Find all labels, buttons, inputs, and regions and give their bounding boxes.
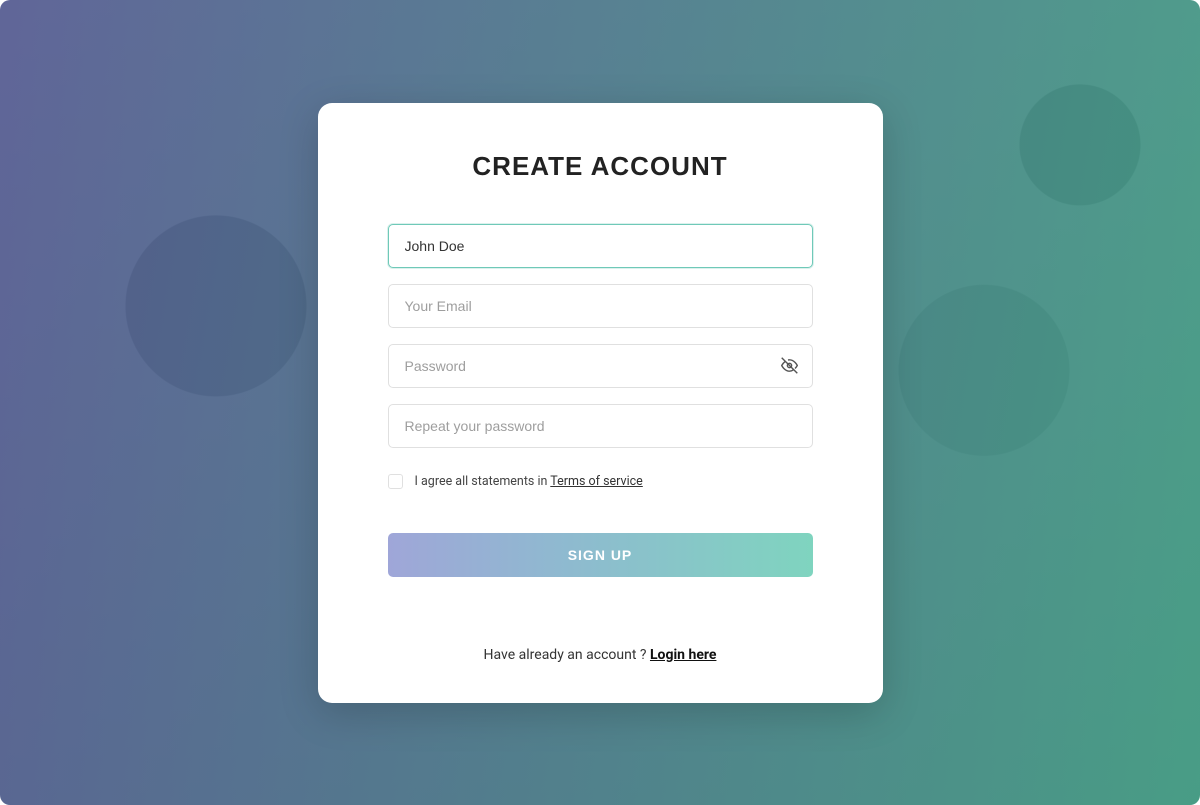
email-field-wrapper bbox=[388, 284, 813, 328]
terms-checkbox[interactable] bbox=[388, 474, 403, 489]
password-field-wrapper bbox=[388, 344, 813, 388]
page-title: CREATE ACCOUNT bbox=[388, 151, 813, 182]
eye-off-icon[interactable] bbox=[781, 357, 799, 375]
login-prefix: Have already an account ? bbox=[484, 647, 650, 663]
signup-card: CREATE ACCOUNT I agree a bbox=[318, 103, 883, 703]
email-input[interactable] bbox=[388, 284, 813, 328]
repeat-password-input[interactable] bbox=[388, 404, 813, 448]
name-field-wrapper bbox=[388, 224, 813, 268]
terms-text: I agree all statements in Terms of servi… bbox=[415, 474, 643, 489]
login-link[interactable]: Login here bbox=[650, 647, 716, 663]
terms-row: I agree all statements in Terms of servi… bbox=[388, 474, 813, 489]
repeat-password-field-wrapper bbox=[388, 404, 813, 448]
terms-prefix: I agree all statements in bbox=[415, 474, 551, 489]
signup-button[interactable]: SIGN UP bbox=[388, 533, 813, 577]
page-background: CREATE ACCOUNT I agree a bbox=[0, 0, 1200, 805]
login-row: Have already an account ? Login here bbox=[388, 647, 813, 663]
password-input[interactable] bbox=[388, 344, 813, 388]
terms-link[interactable]: Terms of service bbox=[550, 474, 643, 489]
name-input[interactable] bbox=[388, 224, 813, 268]
